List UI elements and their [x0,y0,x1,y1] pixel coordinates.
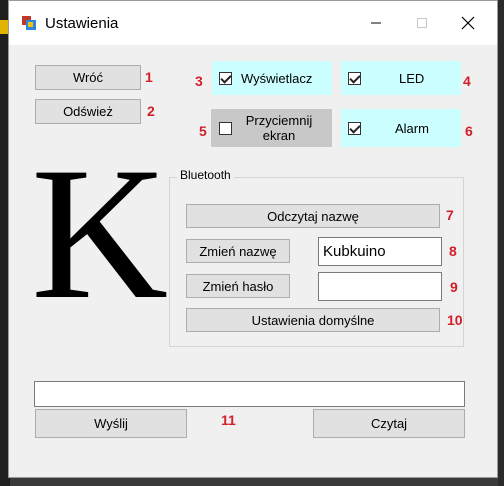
display-checkbox[interactable]: Wyświetlacz [212,61,332,95]
alarm-checkbox[interactable]: Alarm [341,109,461,147]
annotation-4: 4 [463,73,471,89]
window-title: Ustawienia [45,15,119,32]
app-icon [22,16,36,30]
restore-defaults-button[interactable]: Ustawienia domyślne [186,308,440,332]
settings-window: Ustawienia Wróć 1 Odśwież 2 3 Wyświetlac… [8,0,498,478]
maximize-icon [417,18,427,28]
title-bar: Ustawienia [9,1,497,45]
display-checkbox-label: Wyświetlacz [241,70,313,86]
bluetooth-name-input[interactable]: Kubkuino [318,237,442,266]
annotation-7: 7 [446,207,454,223]
annotation-1: 1 [145,69,153,85]
desktop-edge-right [498,0,504,486]
close-button[interactable] [445,9,491,37]
led-checkbox-box [348,71,361,85]
minimize-icon [371,22,381,24]
read-button[interactable]: Czytaj [313,409,465,438]
alarm-checkbox-box [348,121,361,135]
dim-screen-checkbox[interactable]: Przyciemnij ekran [211,109,332,147]
dim-screen-checkbox-box [219,121,232,135]
read-name-button[interactable]: Odczytaj nazwę [186,204,440,228]
annotation-6: 6 [465,123,473,139]
led-checkbox[interactable]: LED [341,61,461,95]
change-name-button[interactable]: Zmień nazwę [186,239,290,263]
led-checkbox-label: LED [399,70,425,86]
annotation-11: 11 [221,412,236,428]
send-button[interactable]: Wyślij [35,409,187,438]
annotation-5: 5 [199,123,207,139]
annotation-2: 2 [147,103,155,119]
refresh-button[interactable]: Odśwież [35,99,141,124]
change-password-button[interactable]: Zmień hasło [186,274,290,298]
annotation-3: 3 [195,73,203,89]
close-icon [461,16,475,30]
maximize-button[interactable] [399,9,445,37]
logo-letter: K [31,129,169,339]
annotation-9: 9 [450,279,458,295]
minimize-button[interactable] [353,9,399,37]
bluetooth-password-input[interactable] [318,272,442,301]
annotation-10: 10 [447,312,463,328]
dim-screen-checkbox-label: Przyciemnij ekran [245,113,313,143]
taskbar-tab [0,20,8,34]
alarm-checkbox-label: Alarm [395,120,429,136]
bluetooth-group-label: Bluetooth [177,168,234,182]
display-checkbox-box [219,71,232,85]
back-button[interactable]: Wróć [35,65,141,90]
annotation-8: 8 [449,243,457,259]
message-input[interactable] [34,381,465,407]
